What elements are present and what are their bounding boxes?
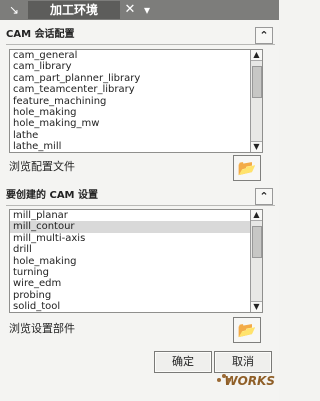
config-scrollbar[interactable]: ▲ ▼ bbox=[250, 50, 262, 152]
setup-list-item[interactable]: solid_tool bbox=[10, 301, 262, 312]
setup-list-item[interactable]: turning bbox=[10, 267, 262, 278]
chevron-up-icon[interactable]: ⌃ bbox=[255, 188, 273, 205]
chevron-down-icon[interactable]: ▾ bbox=[140, 1, 154, 19]
browse-config-label: 浏览配置文件 bbox=[9, 160, 75, 173]
config-list-item[interactable]: lathe_mill bbox=[10, 141, 262, 152]
config-list-item[interactable]: cam_part_planner_library bbox=[10, 73, 262, 84]
chevron-up-icon[interactable]: ⌃ bbox=[255, 27, 273, 44]
folder-open-icon[interactable]: 📂 bbox=[233, 317, 261, 343]
scroll-up-icon[interactable]: ▲ bbox=[251, 50, 262, 61]
setup-list-item-selected[interactable]: mill_contour bbox=[10, 221, 262, 233]
config-list-item[interactable]: cam_library bbox=[10, 61, 262, 72]
scroll-down-icon[interactable]: ▼ bbox=[251, 141, 262, 152]
config-list-item[interactable]: lathe bbox=[10, 130, 262, 141]
setup-list-item[interactable]: probing bbox=[10, 290, 262, 301]
scroll-thumb[interactable] bbox=[252, 66, 262, 98]
setup-list-item[interactable]: drill bbox=[10, 244, 262, 255]
browse-setup-label: 浏览设置部件 bbox=[9, 322, 75, 335]
config-section-title: CAM 会话配置 bbox=[6, 29, 75, 40]
setup-list-item[interactable]: hole_making bbox=[10, 256, 262, 267]
watermark-logo-icon bbox=[217, 374, 231, 382]
config-list[interactable]: cam_general cam_library cam_part_planner… bbox=[9, 49, 263, 153]
setup-section-header: 要创建的 CAM 设置 ⌃ bbox=[6, 187, 275, 206]
folder-open-icon[interactable]: 📂 bbox=[233, 155, 261, 181]
scroll-up-icon[interactable]: ▲ bbox=[251, 210, 262, 221]
machining-environment-panel: CAM 会话配置 ⌃ cam_general cam_library cam_p… bbox=[0, 20, 279, 401]
config-list-item[interactable]: hole_making_mw bbox=[10, 118, 262, 129]
tab-machining-environment[interactable]: 加工环境 bbox=[28, 1, 120, 19]
close-icon[interactable]: ✕ bbox=[122, 1, 138, 19]
setup-list-item[interactable]: mill_planar bbox=[10, 210, 262, 221]
scroll-thumb[interactable] bbox=[252, 226, 262, 258]
setup-list-item[interactable]: wire_edm bbox=[10, 278, 262, 289]
setup-section-title: 要创建的 CAM 设置 bbox=[6, 190, 98, 201]
setup-scrollbar[interactable]: ▲ ▼ bbox=[250, 210, 262, 312]
config-list-item[interactable]: feature_machining bbox=[10, 96, 262, 107]
config-section-header: CAM 会话配置 ⌃ bbox=[6, 26, 275, 45]
browse-config-row: 浏览配置文件 📂 bbox=[9, 155, 261, 181]
scroll-down-icon[interactable]: ▼ bbox=[251, 301, 262, 312]
watermark: WORKS bbox=[203, 367, 275, 395]
setup-list[interactable]: mill_planar mill_contour mill_multi-axis… bbox=[9, 209, 263, 313]
pin-icon[interactable]: ↘ bbox=[4, 1, 24, 19]
config-list-item[interactable]: cam_teamcenter_library bbox=[10, 84, 262, 95]
tab-bar: ↘ 加工环境 ✕ ▾ bbox=[0, 0, 279, 20]
config-list-item[interactable]: cam_general bbox=[10, 50, 262, 61]
setup-list-item[interactable]: mill_multi-axis bbox=[10, 233, 262, 244]
config-list-item[interactable]: hole_making bbox=[10, 107, 262, 118]
browse-setup-row: 浏览设置部件 📂 bbox=[9, 317, 261, 343]
